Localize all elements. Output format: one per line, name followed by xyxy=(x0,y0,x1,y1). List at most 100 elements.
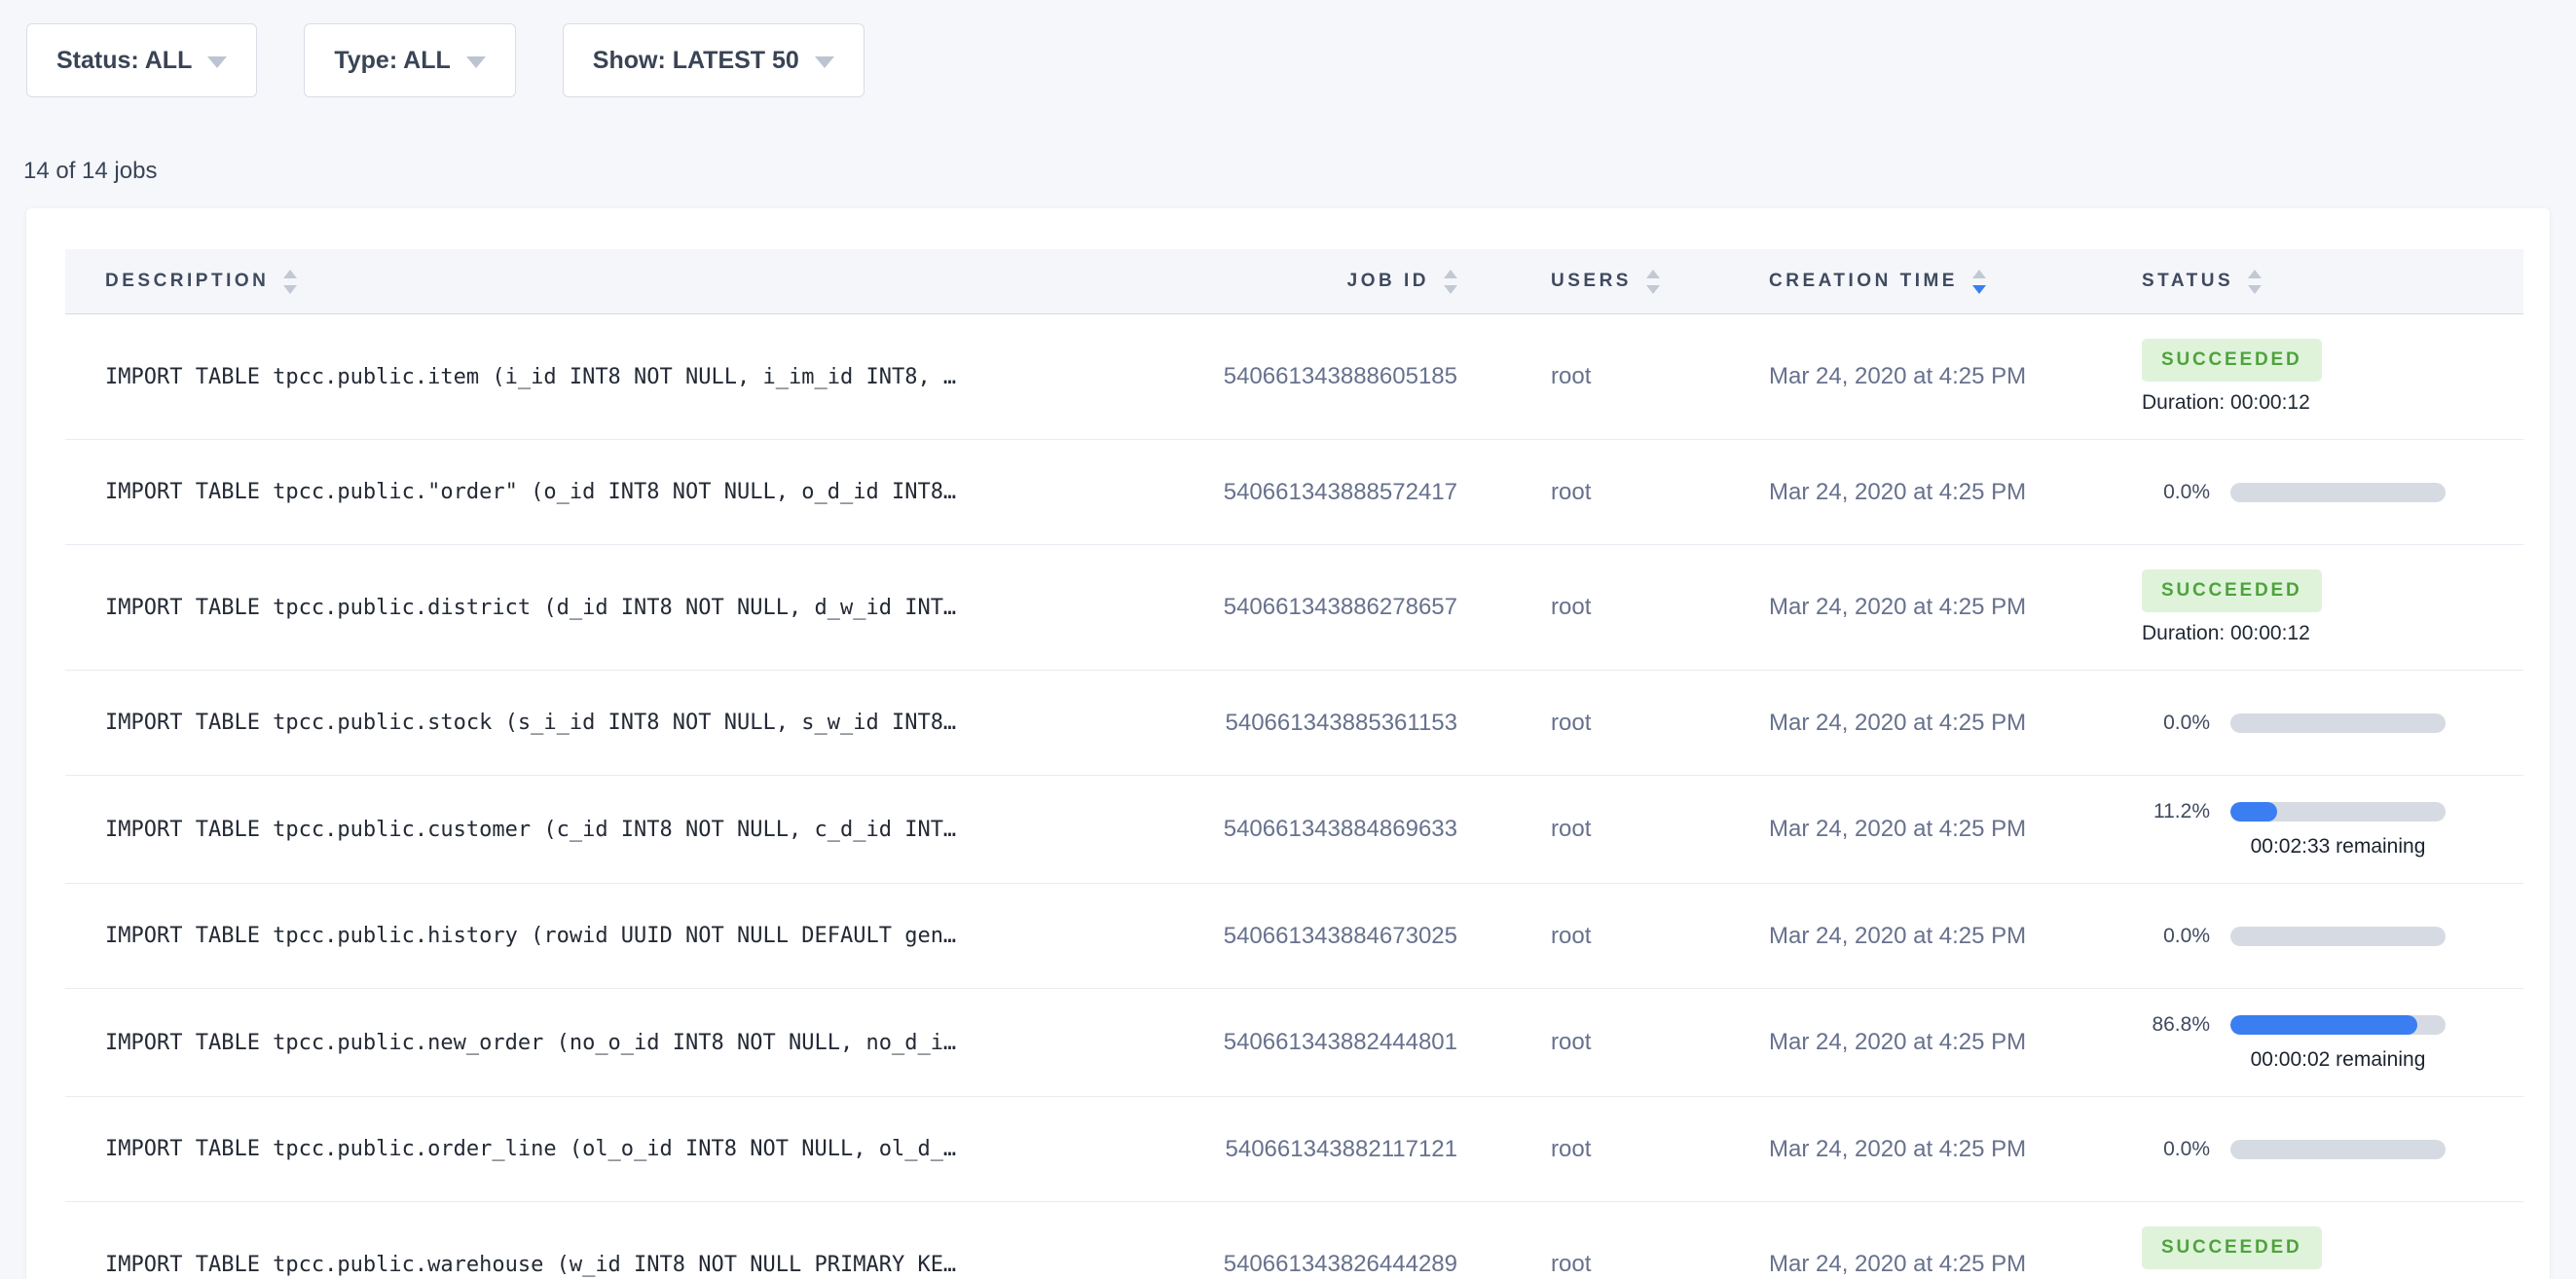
table-row: IMPORT TABLE tpcc.public.customer (c_id … xyxy=(65,776,2523,884)
job-status-cell: 0.0% xyxy=(2142,481,2523,504)
job-user: root xyxy=(1457,479,1769,506)
job-user: root xyxy=(1457,1251,1769,1278)
job-description: IMPORT TABLE tpcc.public.history (rowid … xyxy=(65,924,1078,948)
progress-line: 11.2% xyxy=(2153,800,2446,823)
job-description: IMPORT TABLE tpcc.public.warehouse (w_id… xyxy=(65,1253,1078,1277)
job-status-cell: SUCCEEDED Duration: 00:00:12 xyxy=(2142,339,2523,415)
table-row: IMPORT TABLE tpcc.public.new_order (no_o… xyxy=(65,989,2523,1097)
progress-wrap: 0.0% xyxy=(2142,1138,2523,1161)
job-creation-time: Mar 24, 2020 at 4:25 PM xyxy=(1769,594,2142,621)
column-header-label: JOB ID xyxy=(1347,271,1429,292)
job-user: root xyxy=(1457,1029,1769,1056)
job-status-cell: SUCCEEDED Duration: 00:00:08 xyxy=(2142,1226,2523,1279)
progress-wrap: 11.2% 00:02:33 remaining xyxy=(2142,800,2523,859)
progress-wrap: 0.0% xyxy=(2142,712,2523,735)
jobs-table: DESCRIPTION JOB ID USERS xyxy=(65,249,2523,1279)
sort-desc-icon xyxy=(1646,285,1660,294)
job-id: 540661343884869633 xyxy=(1078,816,1457,843)
sort-asc-icon xyxy=(1444,270,1457,278)
job-user: root xyxy=(1457,1136,1769,1163)
progress-bar-fill xyxy=(2230,802,2277,822)
sort-desc-icon xyxy=(283,285,297,294)
job-status-cell: 11.2% 00:02:33 remaining xyxy=(2142,800,2523,859)
sort-asc-icon xyxy=(283,270,297,278)
job-creation-time: Mar 24, 2020 at 4:25 PM xyxy=(1769,1136,2142,1163)
sort-asc-icon xyxy=(1972,270,1986,278)
column-header-label: DESCRIPTION xyxy=(105,271,269,292)
job-creation-time: Mar 24, 2020 at 4:25 PM xyxy=(1769,1029,2142,1056)
progress-line: 0.0% xyxy=(2163,1138,2446,1161)
progress-line: 0.0% xyxy=(2163,925,2446,948)
job-creation-time: Mar 24, 2020 at 4:25 PM xyxy=(1769,479,2142,506)
column-header-label: CREATION TIME xyxy=(1769,271,1958,292)
column-header-label: STATUS xyxy=(2142,271,2233,292)
progress-bar xyxy=(2230,1140,2446,1159)
column-header-status[interactable]: STATUS xyxy=(2142,270,2523,294)
job-id: 540661343885361153 xyxy=(1078,710,1457,737)
job-creation-time: Mar 24, 2020 at 4:25 PM xyxy=(1769,1251,2142,1278)
job-id: 540661343886278657 xyxy=(1078,594,1457,621)
table-header-row: DESCRIPTION JOB ID USERS xyxy=(65,249,2523,314)
progress-remaining: 00:00:02 remaining xyxy=(2230,1048,2446,1072)
table-row: IMPORT TABLE tpcc.public.district (d_id … xyxy=(65,545,2523,671)
job-user: root xyxy=(1457,710,1769,737)
job-description: IMPORT TABLE tpcc.public.district (d_id … xyxy=(65,596,1078,620)
job-id: 540661343882444801 xyxy=(1078,1029,1457,1056)
job-description: IMPORT TABLE tpcc.public.stock (s_i_id I… xyxy=(65,711,1078,735)
job-id: 540661343884673025 xyxy=(1078,923,1457,950)
progress-percent: 0.0% xyxy=(2163,481,2210,504)
progress-bar xyxy=(2230,802,2446,822)
table-row: IMPORT TABLE tpcc.public."order" (o_id I… xyxy=(65,440,2523,545)
table-row: IMPORT TABLE tpcc.public.stock (s_i_id I… xyxy=(65,671,2523,776)
sort-carets-icon xyxy=(1972,270,1986,294)
column-header-creation-time[interactable]: CREATION TIME xyxy=(1769,270,2142,294)
job-description: IMPORT TABLE tpcc.public.order_line (ol_… xyxy=(65,1137,1078,1161)
type-filter-dropdown[interactable]: Type: ALL xyxy=(304,23,515,97)
progress-line: 0.0% xyxy=(2163,481,2446,504)
status-badge: SUCCEEDED xyxy=(2142,569,2322,612)
job-status-cell: 0.0% xyxy=(2142,925,2523,948)
job-creation-time: Mar 24, 2020 at 4:25 PM xyxy=(1769,923,2142,950)
job-description: IMPORT TABLE tpcc.public.new_order (no_o… xyxy=(65,1031,1078,1055)
status-filter-label: Status: ALL xyxy=(56,47,192,75)
succeeded-wrap: SUCCEEDED Duration: 00:00:12 xyxy=(2142,339,2523,415)
show-filter-label: Show: LATEST 50 xyxy=(593,47,799,75)
sort-carets-icon xyxy=(283,270,297,294)
status-duration: Duration: 00:00:12 xyxy=(2142,622,2310,645)
job-user: root xyxy=(1457,594,1769,621)
table-row: IMPORT TABLE tpcc.public.item (i_id INT8… xyxy=(65,314,2523,440)
progress-line: 86.8% xyxy=(2152,1013,2446,1037)
job-id: 540661343888605185 xyxy=(1078,363,1457,390)
progress-wrap: 86.8% 00:00:02 remaining xyxy=(2142,1013,2523,1072)
show-filter-dropdown[interactable]: Show: LATEST 50 xyxy=(563,23,865,97)
job-creation-time: Mar 24, 2020 at 4:25 PM xyxy=(1769,816,2142,843)
table-row: IMPORT TABLE tpcc.public.order_line (ol_… xyxy=(65,1097,2523,1202)
chevron-down-icon xyxy=(207,56,227,68)
job-id: 540661343826444289 xyxy=(1078,1251,1457,1278)
status-filter-dropdown[interactable]: Status: ALL xyxy=(26,23,257,97)
job-description: IMPORT TABLE tpcc.public.customer (c_id … xyxy=(65,818,1078,842)
job-status-cell: 0.0% xyxy=(2142,1138,2523,1161)
job-user: root xyxy=(1457,363,1769,390)
status-duration: Duration: 00:00:12 xyxy=(2142,391,2310,415)
table-row: IMPORT TABLE tpcc.public.history (rowid … xyxy=(65,884,2523,989)
job-user: root xyxy=(1457,923,1769,950)
sort-carets-icon xyxy=(1444,270,1457,294)
chevron-down-icon xyxy=(466,56,486,68)
column-header-users[interactable]: USERS xyxy=(1457,270,1769,294)
job-status-cell: 86.8% 00:00:02 remaining xyxy=(2142,1013,2523,1072)
progress-bar xyxy=(2230,713,2446,733)
sort-carets-icon xyxy=(1646,270,1660,294)
column-header-description[interactable]: DESCRIPTION xyxy=(65,270,1078,294)
progress-line: 0.0% xyxy=(2163,712,2446,735)
table-body: IMPORT TABLE tpcc.public.item (i_id INT8… xyxy=(65,314,2523,1279)
job-id: 540661343882117121 xyxy=(1078,1136,1457,1163)
status-badge: SUCCEEDED xyxy=(2142,1226,2322,1269)
progress-bar-fill xyxy=(2230,1015,2417,1035)
sort-asc-icon xyxy=(1646,270,1660,278)
progress-wrap: 0.0% xyxy=(2142,481,2523,504)
succeeded-wrap: SUCCEEDED Duration: 00:00:12 xyxy=(2142,569,2523,645)
column-header-job-id[interactable]: JOB ID xyxy=(1078,270,1457,294)
progress-percent: 0.0% xyxy=(2163,925,2210,948)
jobs-table-card: DESCRIPTION JOB ID USERS xyxy=(26,208,2550,1279)
